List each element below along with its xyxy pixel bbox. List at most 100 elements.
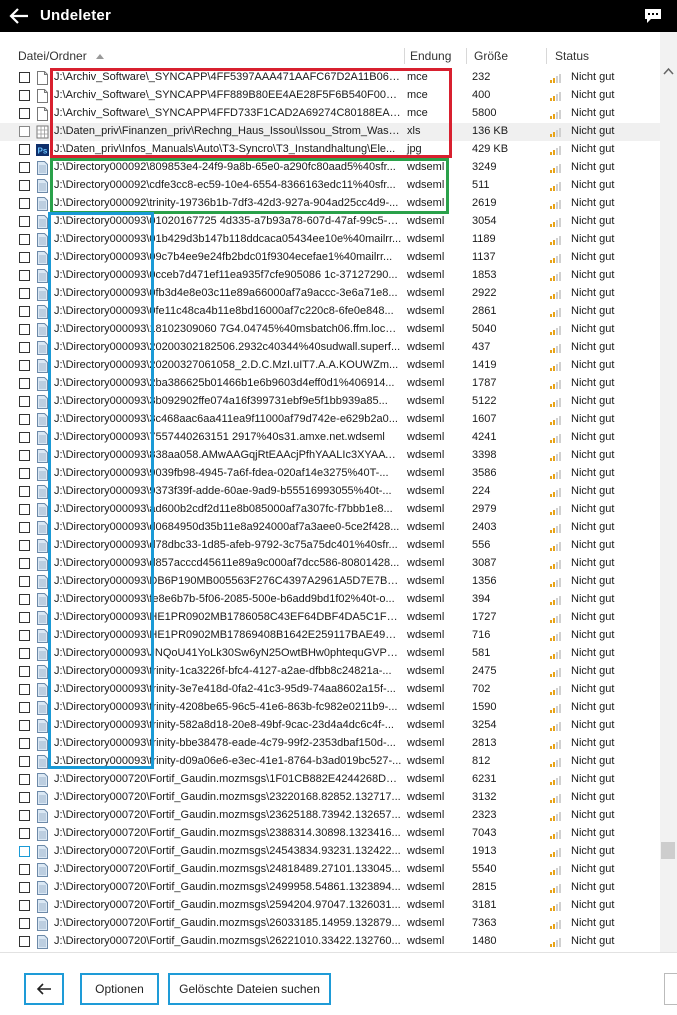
table-row[interactable]: J:\Directory000093\trinity-d09a06e6-e3ec… [0, 753, 660, 771]
table-row[interactable]: J:\Directory000093\9039fb98-4945-7a6f-fd… [0, 465, 660, 483]
table-row[interactable]: J:\Directory000093\3b092902ffe074a16f399… [0, 393, 660, 411]
table-row[interactable]: J:\Directory000093\JNQoU41YoLk30Sw6yN25O… [0, 645, 660, 663]
table-row[interactable]: J:\Directory000093\09c7b4ee9e24fb2bdc01f… [0, 249, 660, 267]
row-checkbox[interactable] [19, 180, 30, 191]
row-checkbox[interactable] [19, 162, 30, 173]
row-checkbox[interactable] [19, 936, 30, 947]
row-checkbox[interactable] [19, 216, 30, 227]
table-row[interactable]: J:\Directory000093\d78dbc33-1d85-afeb-97… [0, 537, 660, 555]
vertical-scrollbar[interactable] [660, 32, 677, 952]
row-checkbox[interactable] [19, 594, 30, 605]
table-row[interactable]: J:\Directory000093\0cceb7d471ef11ea935f7… [0, 267, 660, 285]
row-checkbox[interactable] [19, 306, 30, 317]
back-arrow-icon[interactable] [8, 6, 30, 26]
table-row[interactable]: Ps J:\Daten_priv\Infos_Manuals\Auto\T3-Sy… [0, 141, 660, 159]
table-row[interactable]: J:\Directory000093\fe8e6b7b-5f06-2085-50… [0, 591, 660, 609]
table-row[interactable]: J:\Directory000720\Fortif_Gaudin.mozmsgs… [0, 897, 660, 915]
row-checkbox[interactable] [19, 720, 30, 731]
table-row[interactable]: J:\Directory000093\trinity-582a8d18-20e8… [0, 717, 660, 735]
table-row[interactable]: J:\Directory000093\trinity-1ca3226f-bfc4… [0, 663, 660, 681]
table-row[interactable]: J:\Directory000093\3c468aac6aa411ea9f110… [0, 411, 660, 429]
row-checkbox[interactable] [19, 648, 30, 659]
table-row[interactable]: J:\Directory000093\838aa058.AMwAAGqjRtEA… [0, 447, 660, 465]
table-row[interactable]: J:\Directory000093\7557440263151 2917%40… [0, 429, 660, 447]
table-row[interactable]: J:\Directory000093\d0684950d35b11e8a9240… [0, 519, 660, 537]
row-checkbox[interactable] [19, 612, 30, 623]
table-row[interactable]: J:\Directory000720\Fortif_Gaudin.mozmsgs… [0, 789, 660, 807]
options-button[interactable]: Optionen [80, 973, 159, 1005]
table-row[interactable]: J:\Directory000093\ad600b2cdf2d11e8b0850… [0, 501, 660, 519]
row-checkbox[interactable] [19, 576, 30, 587]
row-checkbox[interactable] [19, 198, 30, 209]
row-checkbox[interactable] [19, 828, 30, 839]
row-checkbox[interactable] [19, 144, 30, 155]
row-checkbox[interactable] [19, 396, 30, 407]
row-checkbox[interactable] [19, 378, 30, 389]
table-row[interactable]: J:\Directory000093\01b429d3b147b118ddcac… [0, 231, 660, 249]
row-checkbox[interactable] [19, 288, 30, 299]
column-header-status[interactable]: Status [555, 49, 589, 63]
table-row[interactable]: J:\Directory000093\DB6P190MB005563F276C4… [0, 573, 660, 591]
table-row[interactable]: J:\Directory000720\Fortif_Gaudin.mozmsgs… [0, 825, 660, 843]
row-checkbox[interactable] [19, 774, 30, 785]
table-row[interactable]: J:\Directory000093\9373f39f-adde-60ae-9a… [0, 483, 660, 501]
row-checkbox[interactable] [19, 486, 30, 497]
table-row[interactable]: J:\Directory000093\01020167725 4d335-a7b… [0, 213, 660, 231]
table-row[interactable]: J:\Directory000720\Fortif_Gaudin.mozmsgs… [0, 843, 660, 861]
table-row[interactable]: J:\Directory000720\Fortif_Gaudin.mozmsgs… [0, 807, 660, 825]
row-checkbox[interactable] [19, 468, 30, 479]
row-checkbox[interactable] [19, 684, 30, 695]
table-row[interactable]: J:\Directory000093\2ba386625b01466b1e6b9… [0, 375, 660, 393]
table-row[interactable]: J:\Directory000093\trinity-3e7e418d-0fa2… [0, 681, 660, 699]
row-checkbox[interactable] [19, 702, 30, 713]
table-row[interactable]: J:\Directory000093\trinity-4208be65-96c5… [0, 699, 660, 717]
table-row[interactable]: J:\Directory000093\HE1PR0902MB1786058C43… [0, 609, 660, 627]
row-checkbox[interactable] [19, 864, 30, 875]
column-header-size[interactable]: Größe [474, 49, 508, 63]
row-checkbox[interactable] [19, 360, 30, 371]
table-row[interactable]: J:\Directory000093\20200302182506.2932c4… [0, 339, 660, 357]
table-row[interactable]: J:\Directory000720\Fortif_Gaudin.mozmsgs… [0, 861, 660, 879]
row-checkbox[interactable] [19, 342, 30, 353]
table-row[interactable]: J:\Directory000720\Fortif_Gaudin.mozmsgs… [0, 771, 660, 789]
table-row[interactable]: J:\Directory000092\cdfe3cc8-ec59-10e4-65… [0, 177, 660, 195]
row-checkbox[interactable] [19, 540, 30, 551]
row-checkbox[interactable] [19, 450, 30, 461]
table-row[interactable]: J:\Directory000720\Fortif_Gaudin.mozmsgs… [0, 933, 660, 951]
back-button[interactable] [24, 973, 64, 1005]
table-row[interactable]: J:\Directory000093\d857acccd45611e89a9c0… [0, 555, 660, 573]
table-row[interactable]: J:\Archiv_Software\_SYNCAPP\4FF5397AAA47… [0, 69, 660, 87]
row-checkbox[interactable] [19, 252, 30, 263]
table-row[interactable]: J:\Directory000093\0fe11c48ca4b11e8bd160… [0, 303, 660, 321]
row-checkbox[interactable] [19, 414, 30, 425]
row-checkbox[interactable] [19, 558, 30, 569]
row-checkbox[interactable] [19, 738, 30, 749]
row-checkbox[interactable] [19, 108, 30, 119]
table-row[interactable]: J:\Daten_priv\Finanzen_priv\Rechng_Haus_… [0, 123, 660, 141]
row-checkbox[interactable] [19, 810, 30, 821]
table-row[interactable]: J:\Directory000093\trinity-bbe38478-eade… [0, 735, 660, 753]
table-row[interactable]: J:\Directory000720\Fortif_Gaudin.mozmsgs… [0, 879, 660, 897]
row-checkbox[interactable] [19, 72, 30, 83]
table-row[interactable]: J:\Archiv_Software\_SYNCAPP\4FF889B80EE4… [0, 87, 660, 105]
row-checkbox[interactable] [19, 522, 30, 533]
table-row[interactable]: J:\Directory000093\18102309060 7G4.04745… [0, 321, 660, 339]
table-row[interactable]: J:\Directory000092\809853e4-24f9-9a8b-65… [0, 159, 660, 177]
row-checkbox[interactable] [19, 270, 30, 281]
row-checkbox[interactable] [19, 900, 30, 911]
partial-button[interactable] [664, 973, 677, 1005]
table-row[interactable]: J:\Directory000093\0fb3d4e8e03c11e89a660… [0, 285, 660, 303]
table-row[interactable]: J:\Archiv_Software\_SYNCAPP\4FFD733F1CAD… [0, 105, 660, 123]
row-checkbox[interactable] [19, 882, 30, 893]
search-deleted-files-button[interactable]: Gelöschte Dateien suchen [168, 973, 331, 1005]
table-row[interactable]: J:\Directory000093\HE1PR0902MB17869408B1… [0, 627, 660, 645]
table-row[interactable]: J:\Directory000092\trinity-19736b1b-7df3… [0, 195, 660, 213]
row-checkbox[interactable] [19, 918, 30, 929]
row-checkbox[interactable] [19, 630, 30, 641]
row-checkbox[interactable] [19, 792, 30, 803]
row-checkbox[interactable] [19, 432, 30, 443]
row-checkbox[interactable] [19, 846, 30, 857]
column-header-name[interactable]: Datei/Ordner [18, 49, 87, 63]
row-checkbox[interactable] [19, 126, 30, 137]
table-row[interactable]: J:\Directory000093\20200327061058_2.D.C.… [0, 357, 660, 375]
